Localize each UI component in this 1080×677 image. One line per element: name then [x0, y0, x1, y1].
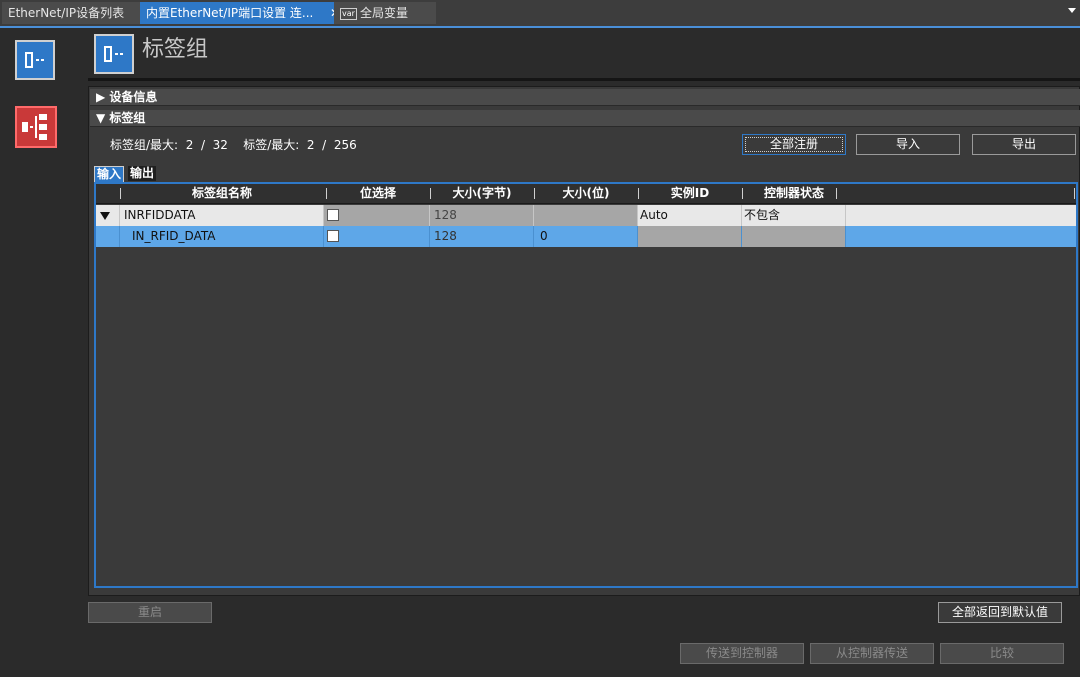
- export-button[interactable]: 导出: [972, 134, 1076, 155]
- section-tag-group[interactable]: ▼ 标签组: [90, 110, 1080, 127]
- bit-select-cell[interactable]: [324, 205, 430, 226]
- size-bits-cell[interactable]: 0: [534, 226, 638, 247]
- section-device-info[interactable]: ▶ 设备信息: [90, 89, 1080, 106]
- controller-status-cell: 不包含: [742, 205, 846, 226]
- tag-count: 标签/最大: 2 / 256: [243, 138, 357, 152]
- table-row[interactable]: INRFIDDATA 128 Auto 不包含: [96, 205, 1076, 226]
- tab-input[interactable]: 输入: [94, 166, 125, 183]
- send-to-controller-button[interactable]: 传送到控制器: [680, 643, 804, 664]
- device-module-icon[interactable]: [15, 40, 55, 80]
- receive-from-controller-button[interactable]: 从控制器传送: [810, 643, 934, 664]
- column-header[interactable]: 标签组名称: [120, 184, 324, 203]
- tab-list-dropdown-icon[interactable]: [1068, 8, 1076, 13]
- sidebar: [0, 28, 80, 677]
- table-row[interactable]: IN_RFID_DATA 128 0: [96, 226, 1076, 247]
- import-button[interactable]: 导入: [856, 134, 960, 155]
- size-bytes-cell: 128: [430, 205, 534, 226]
- collapse-arrow-icon[interactable]: [100, 212, 110, 220]
- device-module-icon: [94, 34, 134, 74]
- column-separator: [1074, 188, 1075, 199]
- tag-count-summary: 标签组/最大: 2 / 32 标签/最大: 2 / 256: [110, 136, 357, 153]
- indent-cell: [96, 226, 120, 247]
- bit-select-checkbox[interactable]: [327, 209, 339, 221]
- instance-id-cell[interactable]: Auto: [638, 205, 742, 226]
- tab-label: 内置EtherNet/IP端口设置 连...: [146, 6, 314, 20]
- tag-group-name[interactable]: INRFIDDATA: [120, 205, 324, 226]
- column-separator: [836, 188, 837, 199]
- bit-select-checkbox[interactable]: [327, 230, 339, 242]
- variable-icon: var: [340, 7, 357, 20]
- instance-id-cell: [638, 226, 742, 247]
- tab-global-variables[interactable]: var 全局变量: [334, 2, 436, 24]
- column-header[interactable]: 控制器状态: [742, 184, 846, 203]
- controller-status-cell: [742, 226, 846, 247]
- expand-cell[interactable]: [96, 205, 120, 226]
- size-bits-cell: [534, 205, 638, 226]
- network-tree-icon[interactable]: [15, 106, 57, 148]
- restart-button[interactable]: 重启: [88, 602, 212, 623]
- header-divider: [88, 78, 1080, 81]
- column-header[interactable]: 大小(字节): [430, 184, 534, 203]
- editor-tab-bar: EtherNet/IP设备列表 内置EtherNet/IP端口设置 连... ✕…: [0, 0, 1080, 28]
- tag-name[interactable]: IN_RFID_DATA: [120, 226, 324, 247]
- column-header[interactable]: 位选择: [326, 184, 430, 203]
- tab-output[interactable]: 输出: [128, 166, 157, 181]
- reset-defaults-button[interactable]: 全部返回到默认值: [938, 602, 1062, 623]
- bit-select-cell[interactable]: [324, 226, 430, 247]
- tab-label: 全局变量: [359, 6, 408, 20]
- page-title: 标签组: [142, 37, 209, 62]
- tag-group-count: 标签组/最大: 2 / 32: [110, 138, 228, 152]
- tab-ethernet-ip-device-list[interactable]: EtherNet/IP设备列表: [2, 2, 146, 24]
- compare-button[interactable]: 比较: [940, 643, 1064, 664]
- table-header: 标签组名称 位选择 大小(字节) 大小(位) 实例ID 控制器状态: [96, 184, 1076, 204]
- column-header[interactable]: 实例ID: [638, 184, 742, 203]
- column-header[interactable]: 大小(位): [534, 184, 638, 203]
- size-bytes-cell: 128: [430, 226, 534, 247]
- register-all-button[interactable]: 全部注册: [742, 134, 846, 155]
- tab-builtin-ethernet-ip-port-settings[interactable]: 内置EtherNet/IP端口设置 连... ✕: [140, 2, 344, 24]
